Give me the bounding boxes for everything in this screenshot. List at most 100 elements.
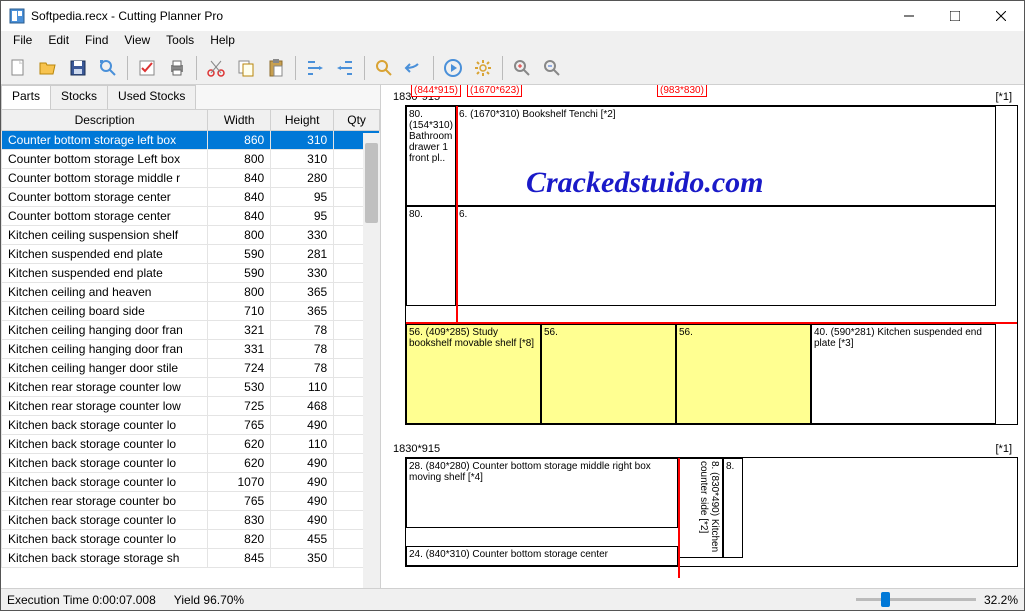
save-button[interactable]	[65, 55, 91, 81]
col-height[interactable]: Height	[271, 110, 334, 131]
toolbar-separator	[127, 56, 128, 80]
zoom-button[interactable]	[371, 55, 397, 81]
paste-button[interactable]	[263, 55, 289, 81]
table-row[interactable]: Counter bottom storage middle r8402804	[2, 169, 380, 188]
cut-part[interactable]: 6. (1670*310) Bookshelf Tenchi [*2]	[456, 106, 996, 206]
toolbar-separator	[295, 56, 296, 80]
zoom-fit-button[interactable]	[95, 55, 121, 81]
left-panel: PartsStocksUsed Stocks DescriptionWidthH…	[1, 85, 381, 588]
yield: Yield 96.70%	[174, 593, 244, 607]
table-row[interactable]: Kitchen ceiling hanger door stile724784	[2, 359, 380, 378]
table-row[interactable]: Kitchen ceiling and heaven8003654	[2, 283, 380, 302]
align-from-button[interactable]	[302, 55, 328, 81]
col-description[interactable]: Description	[2, 110, 208, 131]
print-button[interactable]	[164, 55, 190, 81]
cut-part[interactable]: 8. (830*490) Kitchen counter side [*2]	[678, 458, 723, 558]
table-row[interactable]: Counter bottom storage Left box8003106	[2, 150, 380, 169]
table-row[interactable]: Kitchen back storage counter lo6204902	[2, 454, 380, 473]
table-row[interactable]: Counter bottom storage center840952	[2, 188, 380, 207]
table-row[interactable]: Kitchen back storage storage sh8453502	[2, 549, 380, 568]
grid-scrollbar[interactable]	[363, 133, 380, 588]
table-row[interactable]: Kitchen ceiling hanging door fran331782	[2, 340, 380, 359]
sheet-canvas[interactable]: 28. (840*280) Counter bottom storage mid…	[405, 457, 1018, 567]
cut-button[interactable]	[203, 55, 229, 81]
menu-help[interactable]: Help	[202, 31, 243, 51]
copy-icon	[236, 58, 256, 78]
menu-edit[interactable]: Edit	[40, 31, 77, 51]
close-button[interactable]	[978, 1, 1024, 31]
cut-part[interactable]: 80. (154*310) Bathroom drawer 1 front pl…	[406, 106, 456, 206]
gear-button[interactable]	[470, 55, 496, 81]
zoom-in-button[interactable]	[509, 55, 535, 81]
cut-part[interactable]: 40. (590*281) Kitchen suspended end plat…	[811, 324, 996, 424]
save-icon	[68, 58, 88, 78]
parts-grid[interactable]: DescriptionWidthHeightQtyCounter bottom …	[1, 109, 380, 568]
maximize-button[interactable]	[932, 1, 978, 31]
dimension-label: (1670*623)	[467, 85, 522, 97]
cut-part[interactable]: 6.	[456, 206, 996, 306]
table-row[interactable]: Kitchen rear storage counter bo7654904	[2, 492, 380, 511]
new-file-button[interactable]	[5, 55, 31, 81]
table-row[interactable]: Kitchen rear storage counter low7254681	[2, 397, 380, 416]
print-icon	[167, 58, 187, 78]
zoom-out-button[interactable]	[539, 55, 565, 81]
cut-part[interactable]: 28. (840*280) Counter bottom storage mid…	[406, 458, 678, 528]
table-row[interactable]: Counter bottom storage left box8603101	[2, 131, 380, 150]
table-row[interactable]: Kitchen suspended end plate5903301	[2, 264, 380, 283]
table-row[interactable]: Kitchen rear storage counter low5301104	[2, 378, 380, 397]
cut-part[interactable]: 8.	[723, 458, 743, 558]
toolbar-separator	[433, 56, 434, 80]
table-row[interactable]: Kitchen ceiling board side7103654	[2, 302, 380, 321]
window-title: Softpedia.recx - Cutting Planner Pro	[31, 9, 886, 23]
align-to-icon	[335, 58, 355, 78]
table-row[interactable]: Kitchen back storage counter lo7654902	[2, 416, 380, 435]
cut-line	[406, 322, 1017, 324]
table-row[interactable]: Kitchen ceiling suspension shelf8003302	[2, 226, 380, 245]
layout-preview[interactable]: 1830*915[*1](1670*623)(157*623)(1830*289…	[381, 85, 1024, 588]
table-row[interactable]: Kitchen suspended end plate5902813	[2, 245, 380, 264]
cut-part[interactable]: 80.	[406, 206, 456, 306]
menu-view[interactable]: View	[116, 31, 158, 51]
table-row[interactable]: Kitchen back storage counter lo8204551	[2, 530, 380, 549]
col-width[interactable]: Width	[208, 110, 271, 131]
exec-time: Execution Time 0:00:07.008	[7, 593, 156, 607]
play-button[interactable]	[440, 55, 466, 81]
cutting-sheet[interactable]: 1830*915[*1](1670*623)(157*623)(1830*289…	[385, 91, 1020, 425]
table-row[interactable]: Kitchen back storage counter lo10704901	[2, 473, 380, 492]
zoom-slider[interactable]	[856, 598, 976, 601]
tab-parts[interactable]: Parts	[1, 85, 51, 109]
col-qty[interactable]: Qty	[334, 110, 380, 131]
cut-part[interactable]: 56. (409*285) Study bookshelf movable sh…	[406, 324, 541, 424]
table-row[interactable]: Counter bottom storage center840952	[2, 207, 380, 226]
menu-file[interactable]: File	[5, 31, 40, 51]
menu-find[interactable]: Find	[77, 31, 116, 51]
copy-button[interactable]	[233, 55, 259, 81]
tab-stocks[interactable]: Stocks	[50, 85, 108, 109]
sheet-canvas[interactable]: 80. (154*310) Bathroom drawer 1 front pl…	[405, 105, 1018, 425]
zoom-value: 32.2%	[984, 593, 1018, 607]
tab-used-stocks[interactable]: Used Stocks	[107, 85, 196, 109]
minimize-button[interactable]	[886, 1, 932, 31]
zoom-out-icon	[542, 58, 562, 78]
statusbar: Execution Time 0:00:07.008 Yield 96.70% …	[1, 588, 1024, 610]
close-icon	[996, 11, 1006, 21]
cut-part[interactable]: 56.	[541, 324, 676, 424]
zoom-fit-icon	[98, 58, 118, 78]
cutting-sheet[interactable]: 1830*915[*1](844*915)(983*830)28. (840*2…	[385, 443, 1020, 567]
maximize-icon	[950, 11, 960, 21]
menu-tools[interactable]: Tools	[158, 31, 202, 51]
table-row[interactable]: Kitchen back storage counter lo6201101	[2, 435, 380, 454]
cut-part[interactable]: 24. (840*310) Counter bottom storage cen…	[406, 546, 678, 566]
content-area: PartsStocksUsed Stocks DescriptionWidthH…	[1, 85, 1024, 588]
scroll-thumb[interactable]	[365, 143, 378, 223]
cut-part[interactable]: 56.	[676, 324, 811, 424]
table-row[interactable]: Kitchen ceiling hanging door fran321782	[2, 321, 380, 340]
align-to-button[interactable]	[332, 55, 358, 81]
zoom-thumb[interactable]	[881, 592, 890, 607]
check-button[interactable]	[134, 55, 160, 81]
open-folder-button[interactable]	[35, 55, 61, 81]
undo-button[interactable]	[401, 55, 427, 81]
table-row[interactable]: Kitchen back storage counter lo8304902	[2, 511, 380, 530]
toolbar-separator	[502, 56, 503, 80]
parts-grid-container: DescriptionWidthHeightQtyCounter bottom …	[1, 109, 380, 588]
